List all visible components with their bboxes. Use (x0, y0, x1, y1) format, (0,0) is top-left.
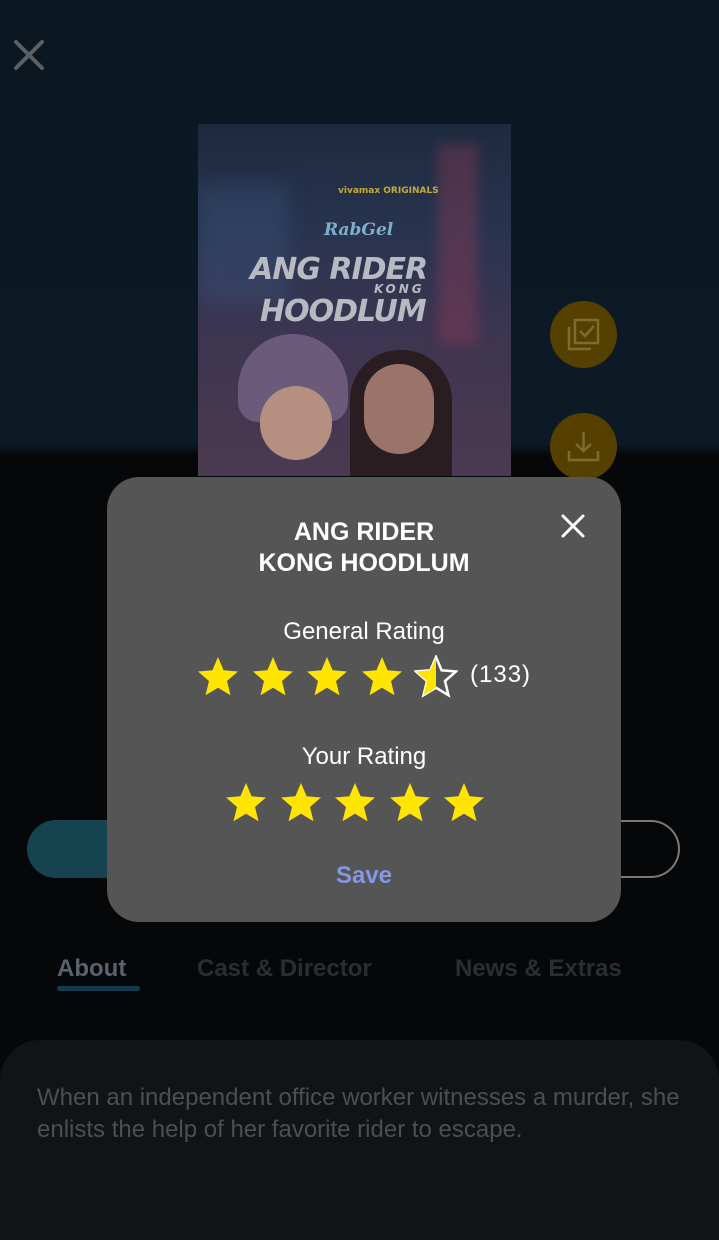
star-icon[interactable] (279, 781, 323, 825)
star-icon (414, 655, 458, 698)
star-icon[interactable] (388, 781, 432, 825)
download-icon (567, 432, 600, 462)
general-rating-label: General Rating (283, 618, 445, 645)
save-button[interactable]: Save (107, 862, 621, 890)
star-icon (252, 657, 293, 696)
movie-poster: vivamax ORIGINALS RabGel ANG RIDER KONG … (198, 124, 511, 476)
general-rating-stars (196, 655, 466, 699)
your-rating-stars (224, 781, 494, 825)
download-button[interactable] (550, 413, 617, 480)
star-icon (361, 657, 402, 696)
poster-title-line3: HOODLUM (260, 294, 427, 329)
star-icon (198, 657, 238, 696)
poster-brand-logo: vivamax ORIGINALS (338, 186, 439, 196)
your-rating-label: Your Rating (301, 743, 427, 770)
star-icon[interactable] (442, 781, 486, 825)
close-icon[interactable] (12, 38, 46, 72)
tab-about[interactable]: About (57, 955, 126, 983)
poster-figure-rider (260, 386, 332, 460)
close-icon[interactable] (559, 512, 587, 540)
rating-modal: ANG RIDER KONG HOODLUM General Rating (1… (107, 477, 621, 922)
watchlist-check-icon (567, 318, 600, 351)
tab-news-extras[interactable]: News & Extras (455, 955, 622, 983)
add-to-watchlist-button[interactable] (550, 301, 617, 368)
active-tab-indicator (57, 986, 140, 991)
rating-count: (133) (470, 661, 532, 688)
modal-title-line1: ANG RIDER (293, 518, 435, 546)
poster-figure-woman (364, 364, 434, 454)
modal-title: ANG RIDER KONG HOODLUM (107, 517, 621, 579)
poster-script-logo: RabGel (324, 220, 394, 240)
poster-neon-glow (438, 144, 478, 344)
tab-cast-director[interactable]: Cast & Director (197, 955, 372, 983)
star-icon[interactable] (333, 781, 377, 825)
synopsis-text: When an independent office worker witnes… (37, 1084, 680, 1143)
modal-title-line2: KONG HOODLUM (258, 549, 470, 577)
star-icon[interactable] (224, 781, 268, 825)
star-icon (307, 657, 347, 696)
